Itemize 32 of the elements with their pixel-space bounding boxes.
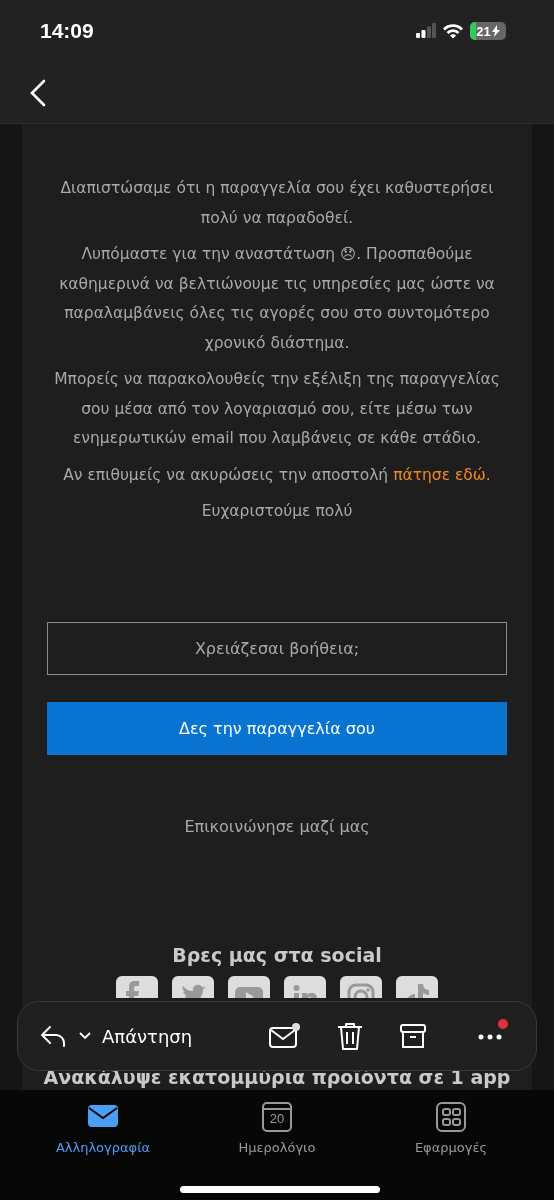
- help-button[interactable]: Χρειάζεσαι βοήθεια;: [47, 621, 507, 675]
- facebook-icon[interactable]: [116, 975, 158, 998]
- paragraph: Διαπιστώσαμε ότι η παραγγελία σου έχει καθυστερήσει πολύ να παραδοθεί.: [59, 178, 495, 229]
- contact-link[interactable]: Επικοινώνησε μαζί μας: [184, 816, 370, 836]
- tab[interactable]: Εφαρμογές: [376, 1100, 526, 1155]
- battery-icon: 21: [470, 22, 506, 40]
- mail-unread-icon[interactable]: [268, 1022, 300, 1050]
- wifi-icon: [442, 23, 464, 39]
- paragraph: Λυπόμαστε για την αναστάτωση 😞. Προσπαθούμε καθημερινά να βελτιώνουμε τις υπηρεσίες μας ώστε να παραλαμβάνεις όλες τις αγορές σου στο συντομότερο χρονικό διάστημα.: [58, 244, 496, 354]
- tab[interactable]: 20 Ημερολόγιο: [202, 1100, 352, 1155]
- paragraph: Αν επιθυμείς να ακυρώσεις την αποστολή πάτησε εδώ.: [62, 464, 492, 486]
- view-order-button[interactable]: Δες την παραγγελία σου: [47, 701, 507, 755]
- tab[interactable]: Αλληλογραφία: [28, 1100, 178, 1155]
- apps-grid-icon: [433, 1100, 469, 1134]
- cancel-link[interactable]: πάτησε εδώ.: [393, 465, 491, 484]
- camera-icon[interactable]: [340, 975, 382, 998]
- reply-button[interactable]: Απάντηση: [102, 1025, 193, 1047]
- paragraph: Μπορείς να παρακολουθείς την εξέλιξη της παραγγελίας σου μέσα από τον λογαριασμό σου, είτε μέσω των ενημερωτικών email που λαμβάνεις σε κάθε στάδιο.: [53, 369, 501, 449]
- trash-icon[interactable]: [336, 1021, 364, 1051]
- bird-icon[interactable]: [172, 975, 214, 998]
- play-button-icon[interactable]: [228, 975, 270, 998]
- paragraph: Ευχαριστούμε πολύ: [200, 501, 354, 522]
- back-icon[interactable]: [30, 78, 46, 107]
- chevron-down-icon[interactable]: [78, 1031, 92, 1041]
- signal-icon: [416, 23, 436, 39]
- calendar-icon: 20: [259, 1100, 295, 1134]
- music-note-icon[interactable]: [396, 975, 438, 998]
- archive-icon[interactable]: [400, 1022, 426, 1050]
- status-time: 14:09: [40, 19, 94, 43]
- reply-icon[interactable]: [40, 1024, 68, 1048]
- linkedin-icon[interactable]: [284, 975, 326, 998]
- social-heading: Βρες μας στα social: [172, 943, 382, 966]
